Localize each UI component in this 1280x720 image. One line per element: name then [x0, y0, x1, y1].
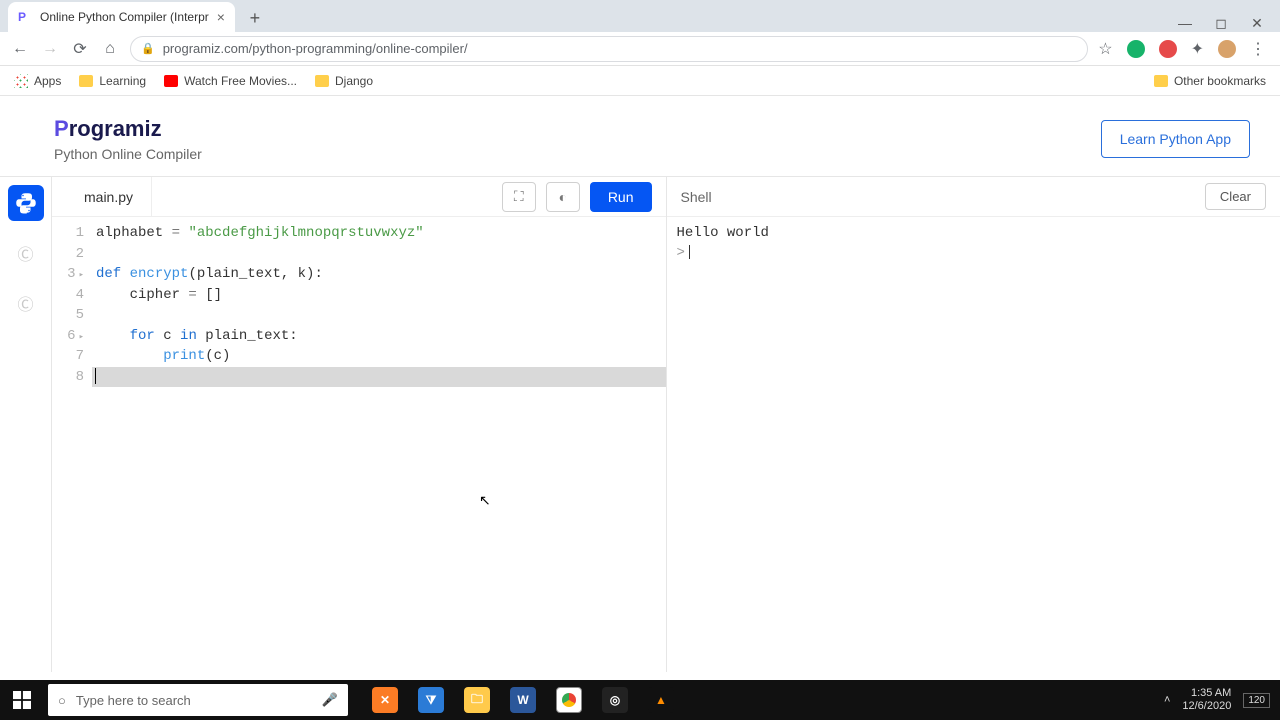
taskbar-app-obs[interactable]: ◎	[592, 680, 638, 720]
workspace: Ⓒ Ⓒ main.py ⛶ ◐ Run 12345678 alphabet = …	[0, 176, 1280, 672]
browser-tabbar: P Online Python Compiler (Interpr × + — …	[0, 0, 1280, 32]
fullscreen-button[interactable]: ⛶	[502, 182, 536, 212]
lock-icon: 🔒	[141, 42, 155, 55]
system-tray: ˄ 1:35 AM 12/6/2020 120	[1164, 687, 1280, 713]
language-rail: Ⓒ Ⓒ	[0, 177, 52, 672]
line-gutter: 12345678	[52, 217, 92, 672]
rail-c-icon[interactable]: Ⓒ	[8, 235, 44, 271]
shell-output[interactable]: Hello world >	[667, 217, 1280, 672]
moon-icon: ◐	[559, 189, 567, 205]
code-editor[interactable]: 12345678 alphabet = "abcdefghijklmnopqrs…	[52, 217, 666, 672]
brand-subtitle: Python Online Compiler	[54, 146, 202, 162]
taskbar-search[interactable]: ○ Type here to search 🎤	[48, 684, 348, 716]
brand-title: Programiz	[54, 116, 202, 142]
folder-icon	[315, 75, 329, 87]
back-button[interactable]: ←	[10, 40, 30, 58]
editor-pane: main.py ⛶ ◐ Run 12345678 alphabet = "abc…	[52, 177, 667, 672]
new-tab-button[interactable]: +	[241, 4, 269, 32]
python-icon	[14, 191, 38, 215]
bookmark-apps[interactable]: Apps	[14, 74, 61, 88]
taskbar-app-xampp[interactable]: ✕	[362, 680, 408, 720]
browser-toolbar: ← → ⟳ ⌂ 🔒 programiz.com/python-programmi…	[0, 32, 1280, 66]
run-button[interactable]: Run	[590, 182, 652, 212]
taskbar-app-word[interactable]: W	[500, 680, 546, 720]
bookmark-watch-free-movies[interactable]: Watch Free Movies...	[164, 74, 297, 88]
shell-label: Shell	[681, 189, 712, 205]
tray-chevron-icon[interactable]: ˄	[1164, 694, 1170, 706]
folder-icon	[79, 75, 93, 87]
close-tab-icon[interactable]: ×	[217, 9, 225, 25]
url-text: programiz.com/python-programming/online-…	[163, 41, 468, 56]
editor-head: main.py ⛶ ◐ Run	[52, 177, 666, 217]
search-icon: ○	[58, 693, 66, 708]
text-cursor	[95, 368, 96, 384]
shell-cursor	[689, 245, 690, 259]
shell-head: Shell Clear	[667, 177, 1280, 217]
bookmark-other[interactable]: Other bookmarks	[1154, 74, 1266, 88]
current-line-highlight	[92, 367, 666, 388]
clear-button[interactable]: Clear	[1205, 183, 1266, 210]
bookmark-learning[interactable]: Learning	[79, 74, 146, 88]
extension-icon-2[interactable]	[1159, 40, 1177, 58]
browser-tab[interactable]: P Online Python Compiler (Interpr ×	[8, 2, 235, 32]
tab-title: Online Python Compiler (Interpr	[40, 10, 209, 24]
bookmarks-bar: Apps Learning Watch Free Movies... Djang…	[0, 66, 1280, 96]
tray-notifications[interactable]: 120	[1243, 693, 1270, 708]
taskbar-app-vlc[interactable]: ▲	[638, 680, 684, 720]
taskbar-app-vscode[interactable]: ⧩	[408, 680, 454, 720]
windows-logo-icon	[13, 691, 31, 709]
shell-prompt: >	[677, 245, 685, 261]
reload-button[interactable]: ⟳	[70, 39, 90, 59]
brand-block: Programiz Python Online Compiler	[54, 116, 202, 162]
home-button[interactable]: ⌂	[100, 40, 120, 58]
theme-toggle-button[interactable]: ◐	[546, 182, 580, 212]
window-controls: — ◻ ✕	[1176, 9, 1280, 32]
apps-grid-icon	[14, 74, 28, 88]
folder-icon	[1154, 75, 1168, 87]
profile-avatar-icon[interactable]	[1218, 40, 1236, 58]
taskbar-app-chrome[interactable]	[546, 680, 592, 720]
address-bar[interactable]: 🔒 programiz.com/python-programming/onlin…	[130, 36, 1088, 62]
minimize-icon[interactable]: —	[1176, 15, 1194, 32]
extension-icon-1[interactable]	[1127, 40, 1145, 58]
forward-button[interactable]: →	[40, 40, 60, 58]
taskbar-app-explorer[interactable]: 🗀	[454, 680, 500, 720]
youtube-icon	[164, 75, 178, 87]
rail-python-icon[interactable]	[8, 185, 44, 221]
shell-pane: Shell Clear Hello world >	[667, 177, 1280, 672]
star-icon[interactable]: ☆	[1098, 39, 1112, 59]
file-tab[interactable]: main.py	[66, 177, 152, 217]
favicon-icon: P	[18, 10, 32, 24]
search-placeholder: Type here to search	[76, 693, 191, 708]
shell-output-line: Hello world	[677, 223, 1271, 243]
bookmark-django[interactable]: Django	[315, 74, 373, 88]
fullscreen-icon: ⛶	[514, 188, 524, 205]
browser-menu-icon[interactable]: ⋮	[1250, 39, 1266, 59]
close-window-icon[interactable]: ✕	[1248, 15, 1266, 32]
taskbar-apps: ✕ ⧩ 🗀 W ◎ ▲	[362, 680, 684, 720]
start-button[interactable]	[0, 680, 44, 720]
tray-clock[interactable]: 1:35 AM 12/6/2020	[1182, 687, 1231, 713]
learn-python-app-button[interactable]: Learn Python App	[1101, 120, 1250, 158]
mic-icon[interactable]: 🎤	[322, 692, 338, 708]
extensions-icon[interactable]: ✦	[1191, 39, 1204, 59]
maximize-icon[interactable]: ◻	[1212, 15, 1230, 32]
page-header: Programiz Python Online Compiler Learn P…	[0, 96, 1280, 176]
rail-cpp-icon[interactable]: Ⓒ	[8, 285, 44, 321]
windows-taskbar: ○ Type here to search 🎤 ✕ ⧩ 🗀 W ◎ ▲ ˄ 1:…	[0, 680, 1280, 720]
code-content[interactable]: alphabet = "abcdefghijklmnopqrstuvwxyz" …	[92, 217, 666, 672]
